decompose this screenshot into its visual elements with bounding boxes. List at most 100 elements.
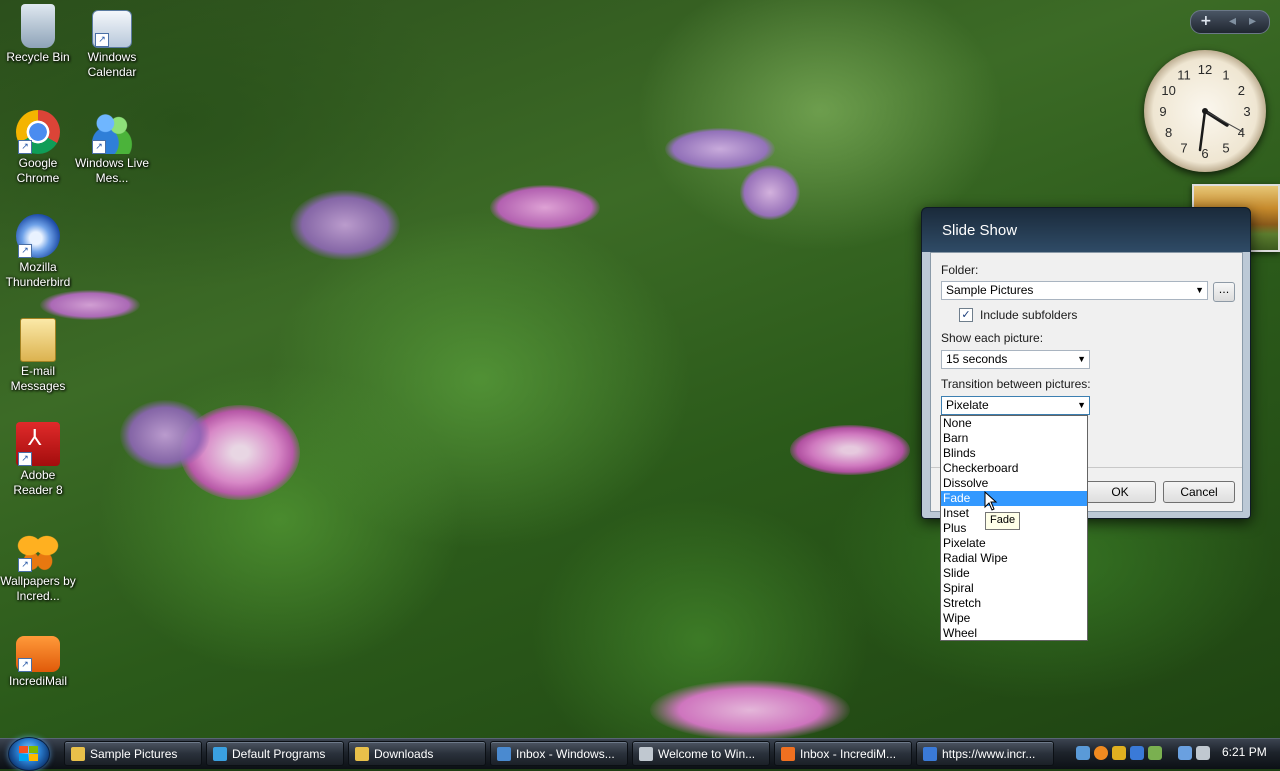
taskbar-button[interactable]: Downloads [348, 741, 486, 766]
taskbar-button[interactable]: https://www.incr... [916, 741, 1054, 766]
clock-numeral: 2 [1238, 83, 1245, 98]
volume-muted-icon[interactable] [1196, 746, 1210, 760]
update-icon[interactable] [1130, 746, 1144, 760]
browse-folder-button[interactable]: ... [1213, 282, 1235, 302]
taskbar-button[interactable]: Welcome to Win... [632, 741, 770, 766]
desktop-icon-label: Mozilla Thunderbird [5, 260, 71, 289]
desktop-icon-label: Windows Live Mes... [74, 156, 150, 185]
wallpaper-flower [790, 425, 910, 475]
transition-label: Transition between pictures: [941, 377, 1091, 391]
show-each-picture-select[interactable]: 15 seconds ▼ [941, 350, 1090, 369]
network-icon[interactable] [1178, 746, 1192, 760]
transition-option[interactable]: Blinds [941, 446, 1087, 461]
taskbar-button[interactable]: Default Programs [206, 741, 344, 766]
next-gadgets-button[interactable]: ▸ [1249, 13, 1256, 29]
chevron-down-icon: ▼ [1077, 354, 1086, 364]
taskbar-button[interactable]: Inbox - IncrediM... [774, 741, 912, 766]
cancel-button[interactable]: Cancel [1163, 481, 1235, 503]
default-programs-icon [213, 747, 227, 761]
transition-option[interactable]: Wheel [941, 626, 1087, 641]
ok-button[interactable]: OK [1084, 481, 1156, 503]
shortcut-arrow-icon: ↗ [92, 140, 106, 154]
start-button[interactable] [8, 737, 50, 771]
transition-option[interactable]: None [941, 416, 1087, 431]
desktop-icon-recycle-bin[interactable]: Recycle Bin [0, 4, 76, 65]
clock-numeral: 7 [1180, 140, 1187, 155]
folder-icon [355, 747, 369, 761]
desktop-icon-windows-live-messenger[interactable]: ↗ Windows Live Mes... [74, 110, 150, 186]
desktop-icon-google-chrome[interactable]: ↗ Google Chrome [0, 110, 76, 186]
clock-gadget[interactable]: 12 1 2 3 4 5 6 7 8 9 10 11 [1144, 50, 1266, 172]
wallpaper-flower [290, 190, 400, 260]
network-users-icon[interactable] [1076, 746, 1090, 760]
transition-option[interactable]: Radial Wipe [941, 551, 1087, 566]
desktop-icon-incredimail[interactable]: ↗ IncrediMail [0, 636, 76, 689]
folder-select-value: Sample Pictures [946, 283, 1034, 297]
wallpaper-flower [665, 128, 775, 170]
envelope-icon: ↗ [16, 636, 60, 672]
taskbar-button-label: Inbox - IncrediM... [800, 747, 897, 761]
chevron-down-icon: ▼ [1077, 400, 1086, 410]
envelope-icon [781, 747, 795, 761]
transition-option[interactable]: Slide [941, 566, 1087, 581]
wallpaper-flower [120, 400, 210, 470]
clock-minute-hand [1198, 109, 1207, 152]
clock-second-hand [1204, 110, 1244, 133]
transition-option[interactable]: Pixelate [941, 536, 1087, 551]
transition-option[interactable]: Dissolve [941, 476, 1087, 491]
clock-face: 12 12 3 45678 9 1011 [1159, 62, 1250, 161]
desktop-icon-label: Google Chrome [16, 156, 60, 185]
taskbar-button-label: Welcome to Win... [658, 747, 756, 761]
ie-icon [923, 747, 937, 761]
transition-option[interactable]: Spiral [941, 581, 1087, 596]
clock-numeral: 9 [1159, 104, 1166, 119]
wallpaper-flower [650, 680, 850, 740]
transition-option[interactable]: Checkerboard [941, 461, 1087, 476]
folder-icon [71, 747, 85, 761]
clock-numeral: 12 [1198, 62, 1212, 77]
show-each-picture-value: 15 seconds [946, 352, 1008, 366]
shortcut-arrow-icon: ↗ [18, 244, 32, 258]
desktop-icon-email-messages[interactable]: E-mail Messages [0, 318, 76, 394]
transition-option[interactable]: Stretch [941, 596, 1087, 611]
taskbar-button[interactable]: Inbox - Windows... [490, 741, 628, 766]
wallpaper-flower [490, 185, 600, 230]
add-gadget-button[interactable]: + [1200, 13, 1212, 29]
desktop-icon-label: Adobe Reader 8 [13, 468, 63, 497]
clock-numeral: 1 [1222, 68, 1229, 83]
folder-select[interactable]: Sample Pictures ▼ [941, 281, 1208, 300]
incredimail-tray-icon[interactable] [1094, 746, 1108, 760]
folder-label: Folder: [941, 263, 979, 277]
include-subfolders-checkbox[interactable]: ✓ [959, 308, 973, 322]
transition-select-value: Pixelate [946, 398, 989, 412]
taskbar-button[interactable]: Sample Pictures [64, 741, 202, 766]
desktop-icon-label: E-mail Messages [10, 364, 66, 393]
desktop-icon-adobe-reader[interactable]: ⅄ ↗ Adobe Reader 8 [0, 422, 76, 498]
taskbar-button-label: https://www.incr... [942, 747, 1036, 761]
wallpaper-flower [740, 165, 800, 220]
transition-option[interactable]: Wipe [941, 611, 1087, 626]
transition-option[interactable]: Fade [941, 491, 1087, 506]
mail-icon [497, 747, 511, 761]
previous-gadgets-button[interactable]: ◂ [1229, 13, 1236, 29]
transition-option[interactable]: Barn [941, 431, 1087, 446]
transition-select[interactable]: Pixelate ▼ [941, 396, 1090, 415]
shortcut-arrow-icon: ↗ [18, 558, 32, 572]
clock-numeral: 10 [1161, 83, 1175, 98]
mouse-cursor-icon [984, 491, 998, 511]
include-subfolders-label[interactable]: Include subfolders [980, 308, 1077, 322]
taskbar: Sample Pictures Default Programs Downloads… [0, 737, 1280, 771]
windows-logo-icon [19, 746, 38, 761]
desktop-icon-mozilla-thunderbird[interactable]: ↗ Mozilla Thunderbird [0, 214, 76, 290]
wallpaper-flower [40, 290, 140, 320]
clock-numeral: 8 [1165, 125, 1172, 140]
taskbar-clock[interactable]: 6:21 PM [1222, 745, 1267, 759]
windows-defender-icon[interactable] [1148, 746, 1162, 760]
clock-numeral: 6 [1201, 146, 1208, 161]
thunderbird-icon: ↗ [16, 214, 60, 258]
desktop-icon-windows-calendar[interactable]: ↗ Windows Calendar [74, 10, 150, 80]
security-shield-icon[interactable] [1112, 746, 1126, 760]
desktop-icon-wallpapers-by-incredimail[interactable]: ↗ Wallpapers by Incred... [0, 528, 76, 604]
desktop-icon-label: Windows Calendar [87, 50, 137, 79]
option-tooltip: Fade [985, 512, 1021, 530]
